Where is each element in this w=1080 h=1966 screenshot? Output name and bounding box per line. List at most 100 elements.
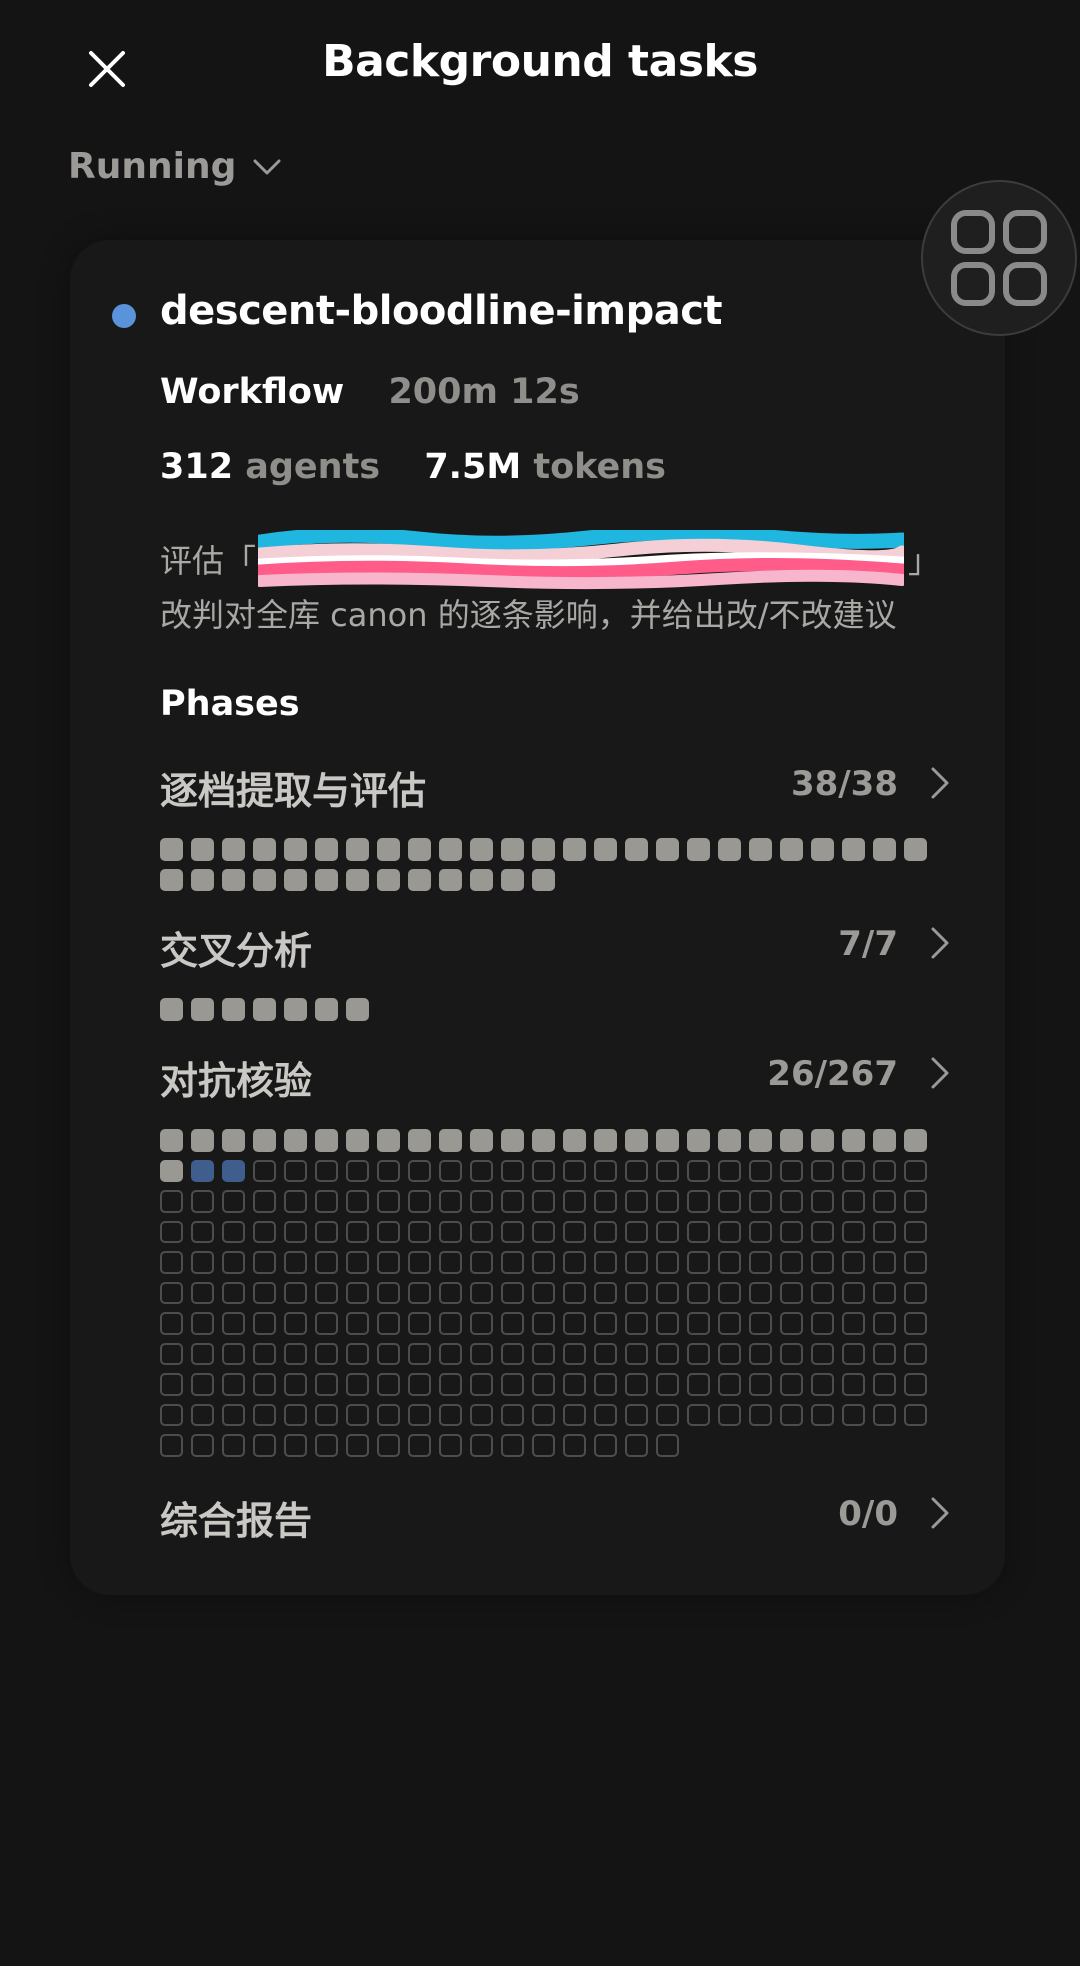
phase-progress-count: 7/7 <box>838 924 898 964</box>
agent-pending-square <box>501 1190 524 1213</box>
agent-done-square <box>222 1129 245 1152</box>
phase-row[interactable]: 综合报告 0/0 <box>160 1490 960 1545</box>
agent-pending-square <box>532 1159 555 1182</box>
agent-pending-square <box>718 1190 741 1213</box>
apps-grid-button[interactable] <box>921 180 1077 336</box>
agent-done-square <box>346 838 369 861</box>
agent-pending-square <box>501 1281 524 1304</box>
agent-pending-square <box>532 1190 555 1213</box>
agent-done-square <box>284 868 307 891</box>
agent-pending-square <box>904 1281 927 1304</box>
agent-pending-square <box>656 1281 679 1304</box>
agent-pending-square <box>873 1403 896 1426</box>
agent-pending-square <box>749 1159 772 1182</box>
agent-pending-square <box>501 1159 524 1182</box>
agent-pending-square <box>625 1373 648 1396</box>
agent-pending-square <box>315 1403 338 1426</box>
agent-pending-square <box>315 1373 338 1396</box>
agent-pending-square <box>687 1312 710 1335</box>
agent-pending-square <box>563 1220 586 1243</box>
agent-pending-square <box>160 1312 183 1335</box>
agent-pending-square <box>315 1190 338 1213</box>
agent-pending-square <box>253 1373 276 1396</box>
agent-pending-square <box>594 1251 617 1274</box>
redaction-scribble <box>258 530 904 590</box>
agent-pending-square <box>470 1403 493 1426</box>
agent-pending-square <box>284 1281 307 1304</box>
agent-pending-square <box>749 1312 772 1335</box>
agent-pending-square <box>408 1373 431 1396</box>
agent-pending-square <box>346 1342 369 1365</box>
agent-pending-square <box>160 1251 183 1274</box>
agent-pending-square <box>377 1373 400 1396</box>
agent-pending-square <box>749 1281 772 1304</box>
agent-pending-square <box>191 1281 214 1304</box>
agent-pending-square <box>563 1312 586 1335</box>
agent-pending-square <box>656 1403 679 1426</box>
agent-pending-square <box>346 1190 369 1213</box>
agent-pending-square <box>532 1312 555 1335</box>
agent-done-square <box>594 838 617 861</box>
agent-pending-square <box>408 1251 431 1274</box>
agent-pending-square <box>501 1220 524 1243</box>
agent-pending-square <box>842 1342 865 1365</box>
agent-pending-square <box>656 1251 679 1274</box>
agent-pending-square <box>315 1434 338 1457</box>
agent-pending-square <box>408 1220 431 1243</box>
agent-pending-square <box>377 1220 400 1243</box>
agent-pending-square <box>718 1312 741 1335</box>
phase-agent-grid <box>160 1129 935 1457</box>
agent-pending-square <box>811 1342 834 1365</box>
agent-done-square <box>439 1129 462 1152</box>
phase-row[interactable]: 交叉分析 7/7 <box>160 920 960 975</box>
agent-done-square <box>191 838 214 861</box>
agent-pending-square <box>749 1373 772 1396</box>
page-title: Background tasks <box>322 36 758 87</box>
agent-done-square <box>532 838 555 861</box>
agent-pending-square <box>687 1251 710 1274</box>
agent-done-square <box>408 1129 431 1152</box>
agent-done-square <box>594 1129 617 1152</box>
agent-pending-square <box>780 1342 803 1365</box>
agent-done-square <box>749 838 772 861</box>
agent-pending-square <box>718 1159 741 1182</box>
phase-row[interactable]: 逐档提取与评估 38/38 <box>160 760 960 815</box>
agent-pending-square <box>904 1373 927 1396</box>
agent-done-square <box>470 838 493 861</box>
agent-pending-square <box>377 1190 400 1213</box>
agent-pending-square <box>284 1312 307 1335</box>
agent-pending-square <box>687 1342 710 1365</box>
agent-pending-square <box>532 1220 555 1243</box>
agent-pending-square <box>191 1312 214 1335</box>
agent-pending-square <box>253 1403 276 1426</box>
agent-running-square <box>222 1159 245 1182</box>
agent-pending-square <box>284 1373 307 1396</box>
agent-pending-square <box>687 1403 710 1426</box>
agent-pending-square <box>191 1251 214 1274</box>
phases-heading: Phases <box>160 684 300 724</box>
agent-done-square <box>408 838 431 861</box>
phase-row[interactable]: 对抗核验 26/267 <box>160 1050 960 1105</box>
agent-done-square <box>315 998 338 1021</box>
agent-done-square <box>253 998 276 1021</box>
agent-done-square <box>284 1129 307 1152</box>
status-filter-dropdown[interactable]: Running <box>68 146 282 187</box>
agent-pending-square <box>625 1434 648 1457</box>
agent-pending-square <box>222 1434 245 1457</box>
agent-pending-square <box>873 1373 896 1396</box>
agents-label: agents <box>245 447 381 487</box>
agent-pending-square <box>408 1312 431 1335</box>
agent-done-square <box>532 868 555 891</box>
agent-pending-square <box>470 1342 493 1365</box>
agent-pending-square <box>222 1251 245 1274</box>
agent-pending-square <box>470 1159 493 1182</box>
agent-pending-square <box>346 1373 369 1396</box>
agent-pending-square <box>284 1190 307 1213</box>
agent-pending-square <box>222 1281 245 1304</box>
agent-pending-square <box>470 1251 493 1274</box>
agent-pending-square <box>408 1281 431 1304</box>
agent-pending-square <box>873 1251 896 1274</box>
agent-pending-square <box>625 1403 648 1426</box>
agent-done-square <box>160 998 183 1021</box>
chevron-right-icon <box>920 920 960 966</box>
